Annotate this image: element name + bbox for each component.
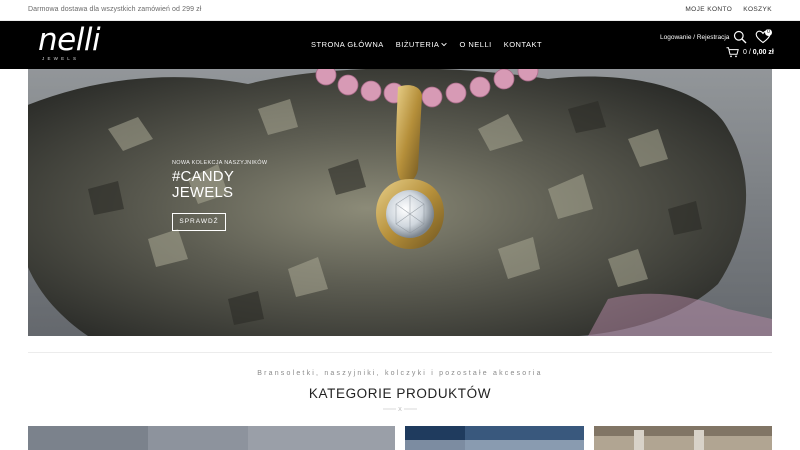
- nav-item-jewelry[interactable]: BIŻUTERIA: [396, 40, 448, 49]
- category-image: [594, 426, 772, 450]
- section-divider: [28, 352, 772, 353]
- chevron-down-icon: [441, 42, 448, 47]
- category-cards: [28, 426, 772, 450]
- category-image: [28, 426, 395, 450]
- cart-summary: 0 / 0,00 zł: [743, 49, 774, 56]
- site-header: nelli JEWELS STRONA GŁÓWNA BIŻUTERIA O N…: [0, 21, 800, 69]
- cart-count: 0: [743, 49, 747, 56]
- nav-item-home[interactable]: STRONA GŁÓWNA: [311, 40, 384, 49]
- hero-caption: NOWA KOLEKCJA NASZYJNIKÓW #CANDY JEWELS …: [172, 160, 268, 231]
- hero-headline: #CANDY JEWELS: [172, 169, 267, 201]
- cart-icon: [726, 47, 739, 58]
- category-image: [405, 426, 584, 450]
- nav-item-label: BIŻUTERIA: [395, 40, 440, 49]
- hero-banner[interactable]: NOWA KOLEKCJA NASZYJNIKÓW #CANDY JEWELS …: [28, 69, 772, 336]
- hero-cta-button[interactable]: SPRAWDŹ: [172, 213, 226, 231]
- nav-item-contact[interactable]: KONTAKT: [504, 40, 542, 49]
- category-card[interactable]: [594, 426, 772, 450]
- search-icon[interactable]: [733, 30, 747, 44]
- cart-link[interactable]: KOSZYK: [743, 6, 772, 13]
- category-card[interactable]: [405, 426, 584, 450]
- hero-headline-line2: JEWELS: [172, 184, 234, 201]
- hero-headline-line1: #CANDY: [172, 168, 235, 185]
- nav-item-label: KONTAKT: [503, 40, 543, 49]
- nav-item-about[interactable]: O NELLI: [459, 40, 491, 49]
- logo-wordmark: nelli: [38, 22, 101, 58]
- wishlist-count-badge: 0: [765, 29, 772, 36]
- section-tagline: Bransoletki, naszyjniki, kolczyki i pozo…: [257, 370, 543, 377]
- cart-separator: /: [748, 49, 751, 56]
- login-register-link[interactable]: Logowanie / Rejestracja: [660, 34, 729, 41]
- logo[interactable]: nelli JEWELS: [38, 22, 101, 65]
- ornament-divider: X: [383, 407, 417, 412]
- section-title: KATEGORIE PRODUKTÓW: [308, 386, 492, 401]
- ornament-mark: X: [398, 407, 402, 412]
- my-account-link[interactable]: MOJE KONTO: [685, 6, 732, 13]
- hero-image: [28, 69, 772, 336]
- nav-item-label: STRONA GŁÓWNA: [311, 40, 384, 49]
- main-nav: STRONA GŁÓWNA BIŻUTERIA O NELLI KONTAKT: [311, 40, 542, 49]
- header-cart[interactable]: 0 / 0,00 zł: [726, 47, 774, 58]
- hero-eyebrow: NOWA KOLEKCJA NASZYJNIKÓW: [172, 160, 268, 166]
- logo-subtitle: JEWELS: [42, 56, 80, 61]
- top-links: MOJE KONTO KOSZYK: [685, 6, 772, 13]
- category-card[interactable]: [28, 426, 395, 450]
- cart-amount: 0,00 zł: [752, 49, 774, 56]
- nav-item-label: O NELLI: [459, 40, 492, 49]
- free-shipping-notice: Darmowa dostawa dla wszystkich zamówień …: [28, 6, 202, 13]
- top-bar: Darmowa dostawa dla wszystkich zamówień …: [0, 0, 800, 21]
